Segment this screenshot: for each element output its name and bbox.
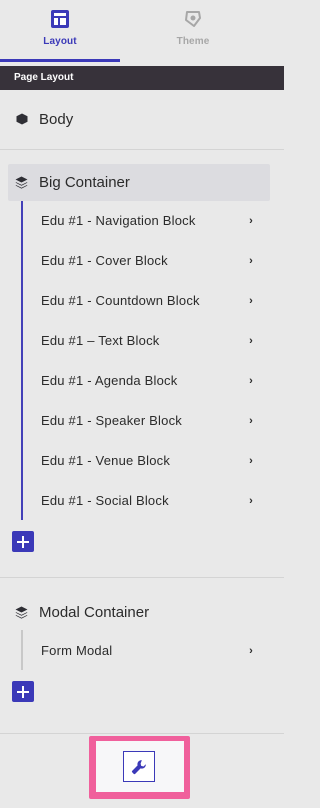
list-item[interactable]: Edu #1 - Cover Block ›	[41, 253, 271, 268]
tab-layout-label: Layout	[43, 36, 77, 47]
list-item[interactable]: Form Modal ›	[41, 643, 271, 658]
body-item[interactable]: Body	[0, 108, 284, 130]
chevron-right-icon: ›	[249, 214, 253, 227]
list-item[interactable]: Edu #1 – Text Block ›	[41, 333, 271, 348]
list-item[interactable]: Edu #1 - Social Block ›	[41, 493, 271, 508]
big-container-label: Big Container	[39, 173, 130, 191]
chevron-right-icon: ›	[249, 494, 253, 507]
list-item-label: Edu #1 - Social Block	[41, 493, 169, 508]
plus-icon	[17, 535, 29, 548]
tab-theme-label: Theme	[176, 36, 210, 47]
tab-theme[interactable]: Theme	[133, 0, 253, 62]
chevron-right-icon: ›	[249, 414, 253, 427]
chevron-right-icon: ›	[249, 334, 253, 347]
list-item-label: Edu #1 - Venue Block	[41, 453, 171, 468]
modal-container-item[interactable]: Modal Container	[0, 601, 284, 623]
list-item-label: Form Modal	[41, 643, 113, 658]
add-modal-button[interactable]	[12, 681, 34, 702]
layers-icon	[15, 606, 28, 619]
chevron-right-icon: ›	[249, 644, 253, 657]
plus-icon	[17, 685, 29, 698]
add-block-button[interactable]	[12, 531, 34, 552]
chevron-right-icon: ›	[249, 454, 253, 467]
big-container-tree-line	[21, 201, 23, 520]
divider	[0, 149, 284, 150]
modal-container-label: Modal Container	[39, 603, 150, 621]
tab-layout[interactable]: Layout	[0, 0, 120, 62]
chevron-right-icon: ›	[249, 374, 253, 387]
layout-icon	[51, 10, 69, 28]
list-item-label: Edu #1 - Cover Block	[41, 253, 168, 268]
layers-icon	[15, 176, 28, 189]
list-item-label: Edu #1 - Navigation Block	[41, 213, 196, 228]
body-item-label: Body	[39, 110, 74, 128]
page-layout-header: Page Layout	[0, 66, 284, 90]
list-item-label: Edu #1 - Agenda Block	[41, 373, 178, 388]
list-item[interactable]: Edu #1 - Venue Block ›	[41, 453, 271, 468]
divider	[0, 733, 284, 734]
modal-container-tree-line	[21, 630, 23, 670]
list-item-label: Edu #1 - Speaker Block	[41, 413, 182, 428]
list-item[interactable]: Edu #1 - Navigation Block ›	[41, 213, 271, 228]
divider	[0, 577, 284, 578]
panel-tabs: Layout Theme	[0, 0, 284, 62]
theme-icon	[185, 11, 201, 27]
list-item[interactable]: Edu #1 - Speaker Block ›	[41, 413, 271, 428]
big-container-item[interactable]: Big Container	[0, 171, 284, 193]
chevron-right-icon: ›	[249, 294, 253, 307]
cube-icon	[16, 113, 28, 125]
list-item[interactable]: Edu #1 - Countdown Block ›	[41, 293, 271, 308]
list-item[interactable]: Edu #1 - Agenda Block ›	[41, 373, 271, 388]
list-item-label: Edu #1 - Countdown Block	[41, 293, 200, 308]
wrench-icon	[131, 759, 146, 774]
chevron-right-icon: ›	[249, 254, 253, 267]
settings-tool-button[interactable]	[123, 751, 155, 782]
list-item-label: Edu #1 – Text Block	[41, 333, 160, 348]
